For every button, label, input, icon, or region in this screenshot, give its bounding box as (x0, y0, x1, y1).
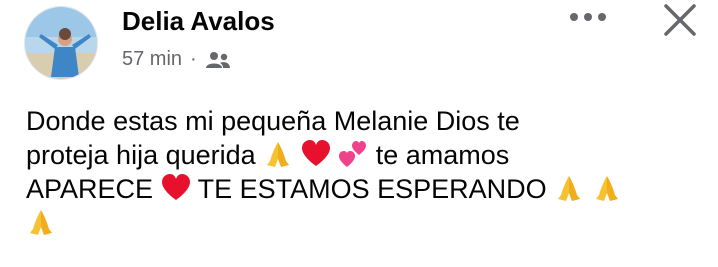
post-meta: 57 min · (122, 48, 231, 71)
friends-icon[interactable] (205, 51, 231, 69)
folded-hands-emoji (595, 176, 618, 201)
two-hearts-emoji (339, 141, 367, 167)
meta-separator: · (190, 48, 197, 70)
post-text-segment: TE ESTAMOS ESPERANDO (197, 174, 547, 204)
folded-hands-emoji (267, 142, 290, 167)
more-options-icon (570, 13, 606, 21)
close-icon (664, 4, 696, 36)
post-time[interactable]: 57 min (122, 48, 182, 71)
close-button[interactable] (660, 0, 700, 40)
post-line-4 (26, 206, 706, 240)
more-options-button[interactable] (566, 2, 610, 32)
folded-hands-emoji (558, 176, 581, 201)
post-text-segment: APARECE (26, 174, 154, 204)
post-line-3: APARECE TE ESTAMOS ESPERANDO (26, 172, 706, 206)
post-text: Donde estas mi pequeña Melanie Dios te p… (26, 104, 706, 240)
post-text-segment: Donde estas mi pequeña Melanie Dios te (26, 106, 520, 136)
avatar[interactable] (24, 6, 98, 80)
post-text-segment: te amamos (375, 140, 510, 170)
post-line-1: Donde estas mi pequeña Melanie Dios te (26, 104, 706, 138)
author-name[interactable]: Delia Avalos (122, 6, 275, 37)
post-text-segment: proteja hija querida (26, 140, 256, 170)
post-line-2: proteja hija querida te amamos (26, 138, 706, 172)
red-heart-emoji (301, 140, 330, 166)
folded-hands-emoji (30, 210, 52, 235)
red-heart-emoji (161, 174, 190, 200)
